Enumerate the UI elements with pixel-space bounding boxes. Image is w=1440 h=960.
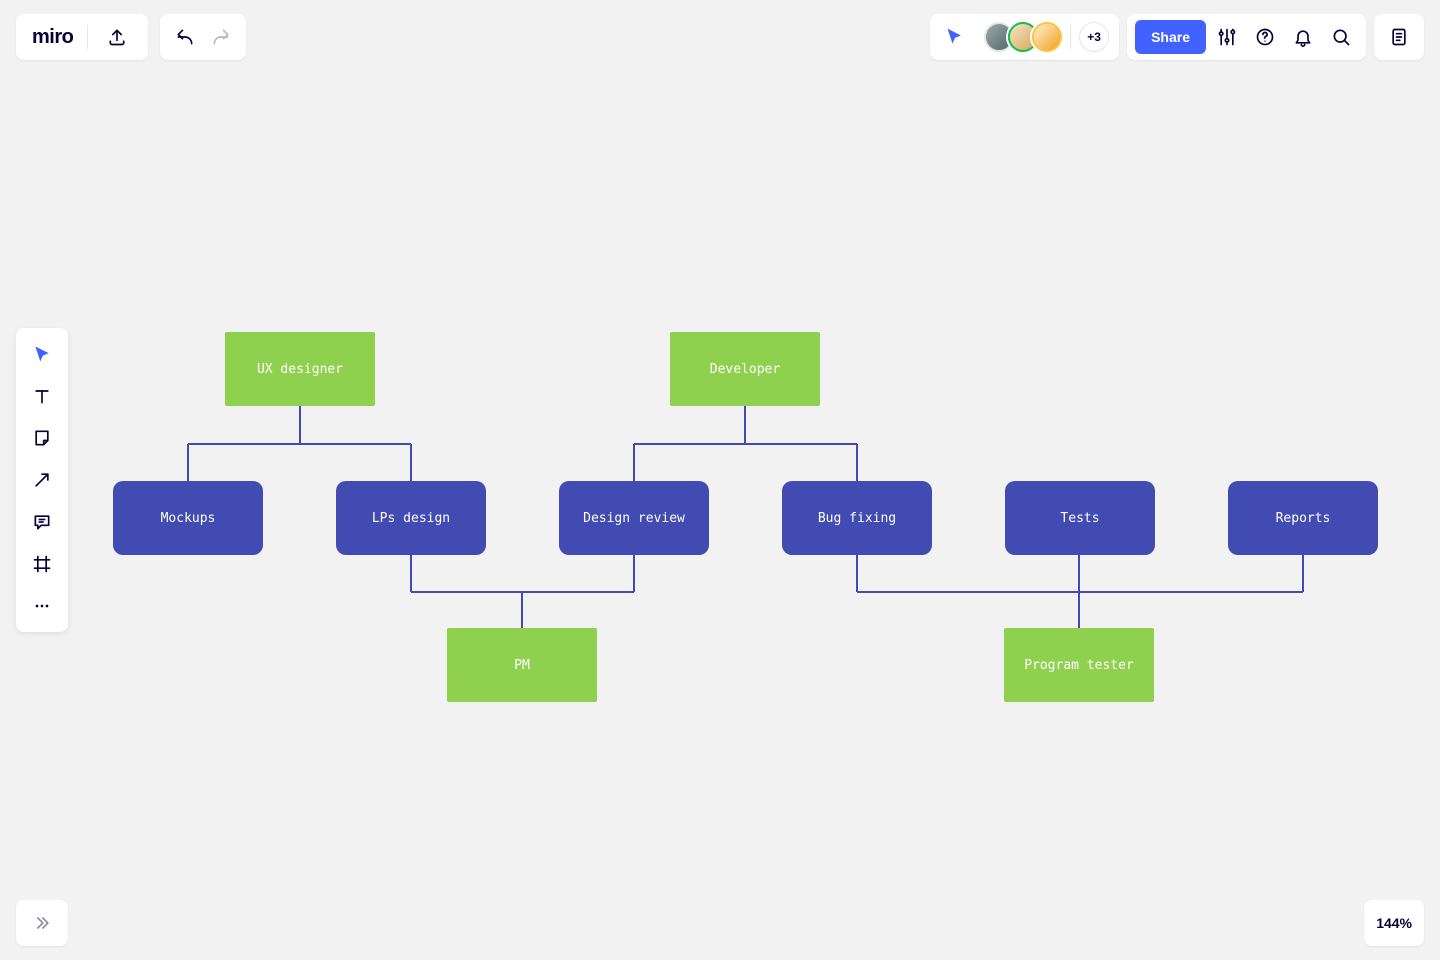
sticky-note-icon [32, 428, 52, 448]
comment-icon [32, 512, 52, 532]
expand-panel-button[interactable] [16, 900, 68, 946]
task-node-tests[interactable]: Tests [1005, 481, 1155, 555]
select-tool[interactable] [24, 336, 60, 372]
frame-tool[interactable] [24, 546, 60, 582]
tool-panel [16, 328, 68, 632]
avatar[interactable] [1032, 22, 1062, 52]
help-button[interactable] [1248, 20, 1282, 54]
app-logo: miro [32, 26, 73, 49]
task-label: Design review [583, 511, 685, 526]
more-icon [32, 596, 52, 616]
connection-tool[interactable] [24, 462, 60, 498]
avatars[interactable] [984, 22, 1062, 52]
sticky-note-tool[interactable] [24, 420, 60, 456]
divider [1070, 25, 1071, 49]
avatar-overflow[interactable]: +3 [1079, 22, 1109, 52]
zoom-value: 144% [1376, 915, 1412, 931]
settings-button[interactable] [1210, 20, 1244, 54]
role-node-program-tester[interactable]: Program tester [1004, 628, 1154, 702]
header-actions: Share [1127, 14, 1366, 60]
role-node-ux-designer[interactable]: UX designer [225, 332, 375, 406]
undo-icon [175, 27, 195, 47]
cursor-icon [32, 344, 52, 364]
task-label: Tests [1060, 511, 1099, 526]
task-label: LPs design [372, 511, 450, 526]
arrow-icon [32, 470, 52, 490]
presence-button[interactable] [940, 22, 970, 52]
task-node-bug-fixing[interactable]: Bug fixing [782, 481, 932, 555]
text-tool[interactable] [24, 378, 60, 414]
task-node-design-review[interactable]: Design review [559, 481, 709, 555]
cursor-presence-icon [945, 27, 965, 47]
zoom-level[interactable]: 144% [1364, 900, 1424, 946]
redo-icon [211, 27, 231, 47]
notes-icon [1389, 27, 1409, 47]
task-node-reports[interactable]: Reports [1228, 481, 1378, 555]
share-button[interactable]: Share [1135, 20, 1206, 54]
notifications-button[interactable] [1286, 20, 1320, 54]
diagram-canvas[interactable]: UX designer Developer Mockups LPs design… [0, 0, 1440, 960]
task-node-lps-design[interactable]: LPs design [336, 481, 486, 555]
text-icon [32, 386, 52, 406]
task-label: Bug fixing [818, 511, 896, 526]
sliders-icon [1217, 27, 1237, 47]
role-label: Program tester [1024, 658, 1134, 673]
frame-icon [32, 554, 52, 574]
search-icon [1331, 27, 1351, 47]
comment-tool[interactable] [24, 504, 60, 540]
task-label: Mockups [161, 511, 216, 526]
notes-panel-button[interactable] [1374, 14, 1424, 60]
task-node-mockups[interactable]: Mockups [113, 481, 263, 555]
undo-button[interactable] [170, 22, 200, 52]
divider [87, 25, 88, 49]
help-icon [1255, 27, 1275, 47]
redo-button[interactable] [206, 22, 236, 52]
history-group [160, 14, 246, 60]
upload-icon [107, 27, 127, 47]
role-node-developer[interactable]: Developer [670, 332, 820, 406]
role-node-pm[interactable]: PM [447, 628, 597, 702]
more-tools[interactable] [24, 588, 60, 624]
role-label: Developer [710, 362, 780, 377]
bell-icon [1293, 27, 1313, 47]
chevrons-right-icon [32, 913, 52, 933]
notes-icon-wrap [1384, 22, 1414, 52]
role-label: PM [514, 658, 530, 673]
task-label: Reports [1276, 511, 1331, 526]
app-menu[interactable]: miro [16, 14, 148, 60]
export-button[interactable] [102, 22, 132, 52]
role-label: UX designer [257, 362, 343, 377]
search-button[interactable] [1324, 20, 1358, 54]
collaborators-group: +3 [930, 14, 1119, 60]
